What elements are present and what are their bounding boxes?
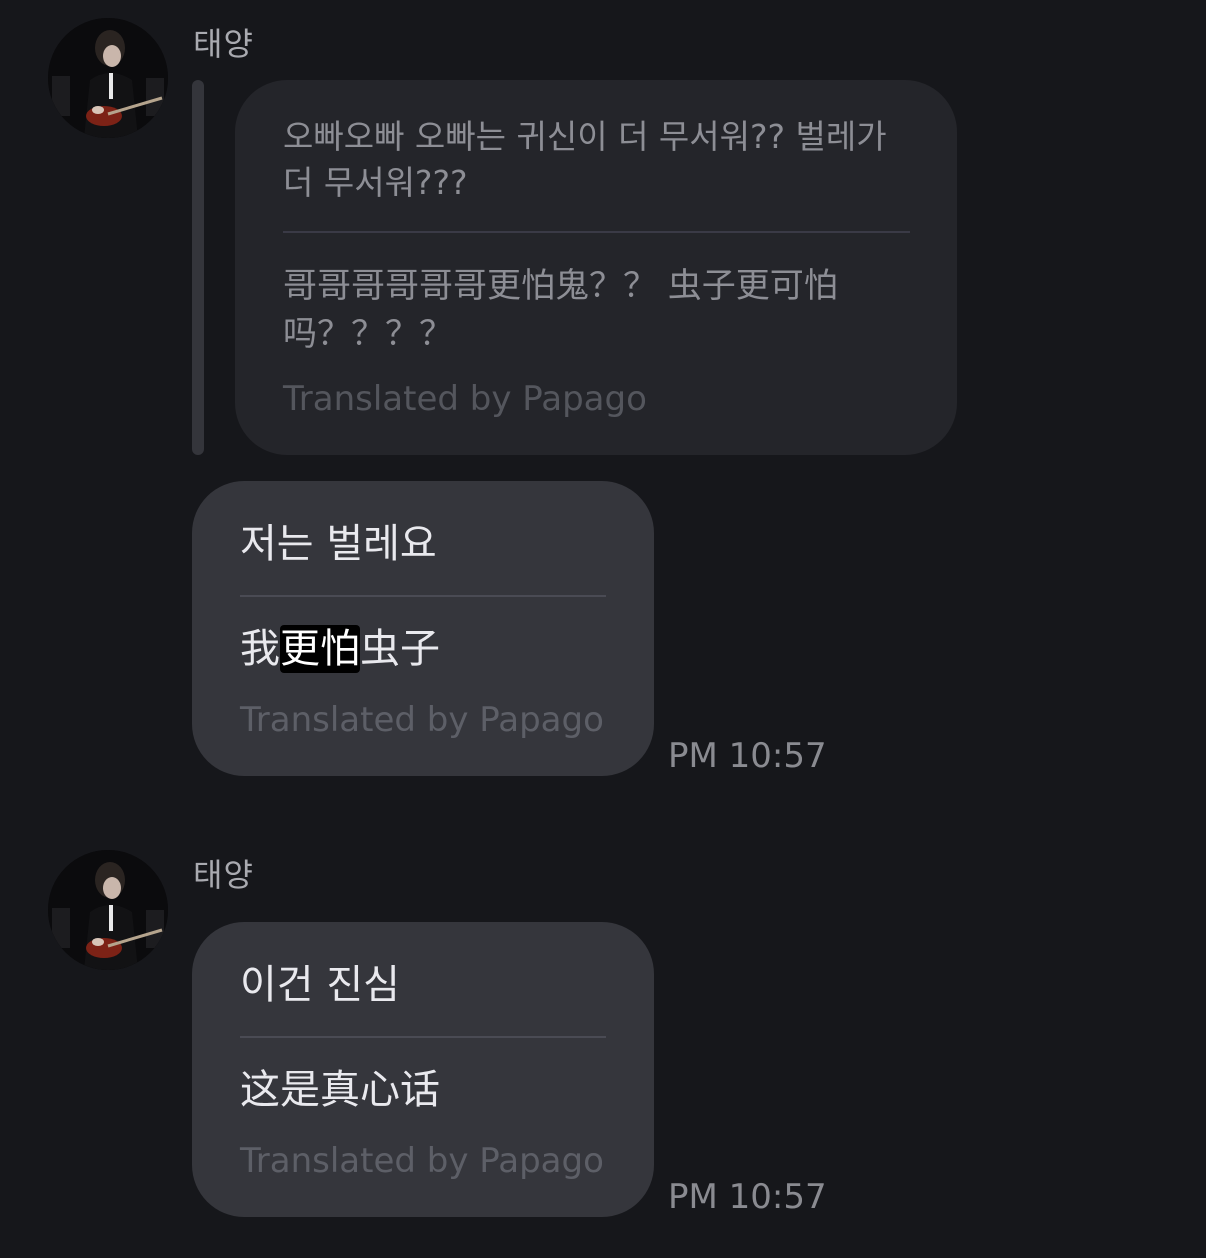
message-bubble[interactable]: 저는 벌레요 我更怕虫子 Translated by Papago [192,481,654,776]
quoted-message-bubble[interactable]: 오빠오빠 오빠는 귀신이 더 무서워?? 벌레가 더 무서워??? 哥哥哥哥哥哥… [235,80,957,455]
message-timestamp: PM 10:57 [668,1177,827,1217]
message-translated-text[interactable]: 我更怕虫子 [240,623,440,675]
sender-name: 태양 [193,856,254,894]
translation-credit: Translated by Papago [283,379,647,419]
message-original-text: 이건 진심 [240,962,400,1008]
sender-avatar[interactable] [48,850,168,970]
translated-segment: 我 [240,626,280,672]
sender-name: 태양 [193,25,254,63]
translation-divider [283,231,910,233]
message-original-text: 저는 벌레요 [240,521,437,567]
avatar-photo [48,18,168,138]
selected-text-highlight[interactable]: 更怕 [280,625,360,673]
message-translated-text: 这是真心话 [240,1067,440,1113]
message-bubble[interactable]: 이건 진심 这是真心话 Translated by Papago [192,922,654,1217]
translated-segment: 虫子 [360,626,440,672]
translation-credit: Translated by Papago [240,1141,604,1181]
reply-quote-bar [192,80,204,455]
message-timestamp: PM 10:57 [668,736,827,776]
translation-divider [240,1036,606,1038]
avatar-photo [48,850,168,970]
quoted-original-text: 오빠오빠 오빠는 귀신이 더 무서워?? 벌레가 더 무서워??? [283,117,887,202]
quoted-translated-text: 哥哥哥哥哥哥更怕鬼？？ 虫子更可怕吗？？？？ [283,266,838,354]
translation-divider [240,595,606,597]
sender-avatar[interactable] [48,18,168,138]
translation-credit: Translated by Papago [240,700,604,740]
